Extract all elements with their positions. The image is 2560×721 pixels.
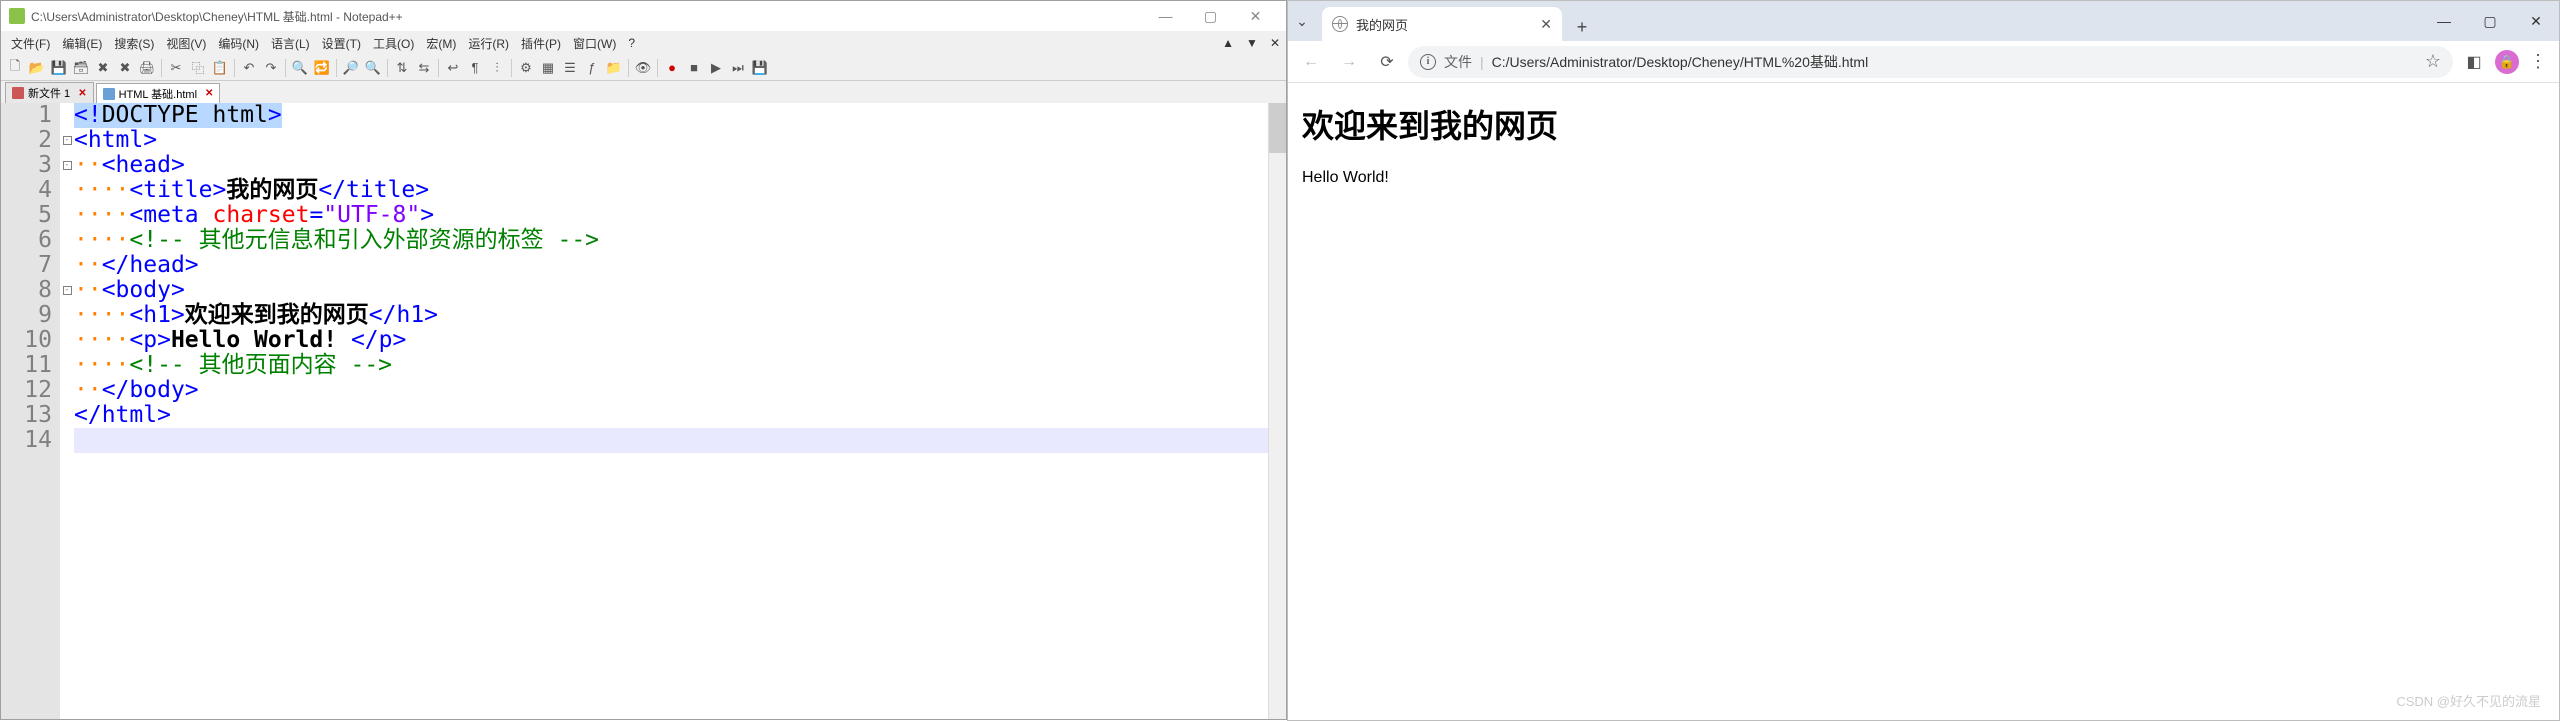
paste-icon[interactable]: 📋 (210, 58, 230, 78)
close-all-icon[interactable]: ✖ (115, 58, 135, 78)
favicon-globe-icon (1332, 16, 1348, 32)
npp-menubar: 文件(F) 编辑(E) 搜索(S) 视图(V) 编码(N) 语言(L) 设置(T… (1, 31, 1286, 55)
extensions-icon[interactable]: ◧ (2457, 45, 2491, 79)
npp-tab-0[interactable]: 新文件 1 ✕ (5, 82, 94, 103)
copy-icon[interactable]: ⿻ (188, 58, 208, 78)
watermark: CSDN @好久不见的流星 (2396, 691, 2541, 710)
monitor-icon[interactable]: 👁 (633, 58, 653, 78)
maximize-button[interactable]: ▢ (2467, 1, 2513, 41)
folder-icon[interactable]: 📁 (604, 58, 624, 78)
menu-edit[interactable]: 编辑(E) (56, 32, 108, 55)
stop-macro-icon[interactable]: ■ (684, 58, 704, 78)
npp-editor[interactable]: 1234567891011121314 --- <!DOCTYPE html><… (1, 103, 1286, 719)
minimize-button[interactable]: — (2421, 1, 2467, 41)
line-number-gutter: 1234567891011121314 (1, 103, 60, 719)
open-file-icon[interactable]: 📂 (27, 58, 47, 78)
menu-view[interactable]: 视图(V) (160, 32, 212, 55)
zoom-in-icon[interactable]: 🔎 (341, 58, 361, 78)
menu-language[interactable]: 语言(L) (265, 32, 316, 55)
menu-settings[interactable]: 设置(T) (316, 32, 367, 55)
tab-close-icon[interactable]: ✕ (1540, 16, 1552, 33)
save-all-icon[interactable]: 🗃 (71, 58, 91, 78)
close-file-icon[interactable]: ✖ (93, 58, 113, 78)
notepad-plus-plus-window: C:\Users\Administrator\Desktop\Cheney\HT… (0, 0, 1287, 720)
npp-toolbar: 🗋 📂 💾 🗃 ✖ ✖ 🖨 ✂ ⿻ 📋 ↶ ↷ 🔍 🔁 🔎 🔍 ⇅ ⇆ ↩ ¶ … (1, 55, 1286, 81)
doc-icon (12, 87, 24, 99)
toolbar-expand[interactable]: ▼ (1240, 33, 1264, 53)
forward-button[interactable]: → (1332, 45, 1366, 79)
play-multi-icon[interactable]: ⏭ (728, 58, 748, 78)
doc-map-icon[interactable]: ▦ (538, 58, 558, 78)
tab-close-icon[interactable]: ✕ (78, 88, 86, 99)
url-scheme-label: 文件 (1444, 52, 1472, 72)
play-macro-icon[interactable]: ▶ (706, 58, 726, 78)
doc-icon (103, 88, 115, 100)
fold-gutter[interactable]: --- (60, 103, 74, 719)
minimize-button[interactable]: — (1143, 2, 1188, 30)
npp-tabstrip: 新文件 1 ✕ HTML 基础.html ✕ (1, 81, 1286, 103)
zoom-out-icon[interactable]: 🔍 (363, 58, 383, 78)
doc-list-icon[interactable]: ☰ (560, 58, 580, 78)
print-icon[interactable]: 🖨 (137, 58, 157, 78)
close-button[interactable]: ✕ (2513, 1, 2559, 41)
chrome-toolbar: ← → ⟳ i 文件 | C:/Users/Administrator/Desk… (1288, 41, 2559, 83)
save-icon[interactable]: 💾 (49, 58, 69, 78)
profile-avatar-icon[interactable]: 🔒 (2495, 50, 2519, 74)
page-heading: 欢迎来到我的网页 (1302, 101, 2545, 147)
npp-titlebar[interactable]: C:\Users\Administrator\Desktop\Cheney\HT… (1, 1, 1286, 31)
undo-icon[interactable]: ↶ (239, 58, 259, 78)
sync-v-icon[interactable]: ⇅ (392, 58, 412, 78)
wordwrap-icon[interactable]: ↩ (443, 58, 463, 78)
toolbar-collapse[interactable]: ▲ (1216, 33, 1240, 53)
close-button[interactable]: ✕ (1233, 2, 1278, 30)
url-sep: | (1480, 54, 1484, 70)
find-icon[interactable]: 🔍 (290, 58, 310, 78)
all-chars-icon[interactable]: ¶ (465, 58, 485, 78)
indent-guide-icon[interactable]: ⫶ (487, 58, 507, 78)
npp-app-icon (9, 8, 25, 24)
menu-tools[interactable]: 工具(O) (367, 32, 420, 55)
tab-label: 新文件 1 (28, 85, 70, 101)
npp-window-title: C:\Users\Administrator\Desktop\Cheney\HT… (31, 8, 1143, 25)
menu-search[interactable]: 搜索(S) (108, 32, 160, 55)
menu-macro[interactable]: 宏(M) (420, 32, 462, 55)
maximize-button[interactable]: ▢ (1188, 2, 1233, 30)
new-tab-button[interactable]: + (1568, 13, 1596, 41)
new-file-icon[interactable]: 🗋 (5, 58, 25, 78)
menu-encoding[interactable]: 编码(N) (212, 32, 265, 55)
menu-window[interactable]: 窗口(W) (567, 32, 622, 55)
bookmark-star-icon[interactable]: ☆ (2425, 51, 2441, 72)
func-list-icon[interactable]: ƒ (582, 58, 602, 78)
cut-icon[interactable]: ✂ (166, 58, 186, 78)
code-area[interactable]: <!DOCTYPE html><html>··<head>····<title>… (74, 103, 1268, 719)
npp-tab-1[interactable]: HTML 基础.html ✕ (96, 83, 221, 104)
chrome-window: ⌄ 我的网页 ✕ + — ▢ ✕ ← → ⟳ i 文件 | C:/Users/A… (1287, 0, 2560, 721)
tab-label: HTML 基础.html (119, 86, 197, 102)
tab-close-icon[interactable]: ✕ (205, 88, 213, 99)
site-info-icon[interactable]: i (1420, 54, 1436, 70)
vertical-scrollbar[interactable] (1268, 103, 1286, 719)
chrome-tab-strip[interactable]: ⌄ 我的网页 ✕ + — ▢ ✕ (1288, 1, 2559, 41)
redo-icon[interactable]: ↷ (261, 58, 281, 78)
close-doc[interactable]: ✕ (1264, 33, 1286, 53)
menu-help[interactable]: ? (622, 33, 641, 53)
browser-tab[interactable]: 我的网页 ✕ (1322, 7, 1562, 41)
record-macro-icon[interactable]: ● (662, 58, 682, 78)
back-button[interactable]: ← (1294, 45, 1328, 79)
replace-icon[interactable]: 🔁 (312, 58, 332, 78)
page-paragraph: Hello World! (1302, 169, 2545, 187)
reload-button[interactable]: ⟳ (1370, 45, 1404, 79)
chrome-menu-button[interactable]: ⋮ (2523, 51, 2553, 72)
page-content: 欢迎来到我的网页 Hello World! CSDN @好久不见的流星 (1288, 83, 2559, 720)
lang-icon[interactable]: ⚙ (516, 58, 536, 78)
url-text: C:/Users/Administrator/Desktop/Cheney/HT… (1492, 52, 2417, 72)
omnibox[interactable]: i 文件 | C:/Users/Administrator/Desktop/Ch… (1408, 46, 2453, 78)
tab-search-icon[interactable]: ⌄ (1288, 13, 1316, 30)
sync-h-icon[interactable]: ⇆ (414, 58, 434, 78)
menu-plugins[interactable]: 插件(P) (515, 32, 567, 55)
menu-file[interactable]: 文件(F) (5, 32, 56, 55)
tab-title: 我的网页 (1356, 15, 1532, 34)
save-macro-icon[interactable]: 💾 (750, 58, 770, 78)
menu-run[interactable]: 运行(R) (462, 32, 515, 55)
